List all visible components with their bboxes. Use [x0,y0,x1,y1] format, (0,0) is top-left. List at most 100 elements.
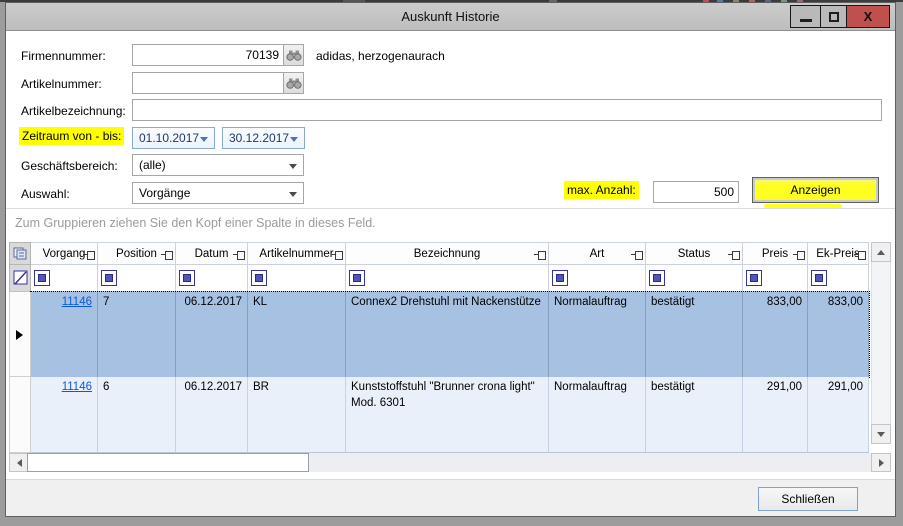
filter-cell-ek-preis[interactable] [808,265,869,292]
max-anzahl-label: max. Anzahl: [564,183,639,197]
filter-button[interactable] [811,270,827,286]
artikelbezeichnung-input[interactable] [132,99,882,121]
filter-button[interactable] [251,270,267,286]
filter-button[interactable] [179,270,195,286]
maximize-button[interactable] [820,5,847,28]
window-title: Auskunft Historie [6,9,895,24]
max-anzahl-input[interactable] [653,181,739,203]
auswahl-select[interactable]: Vorgänge [132,182,304,204]
filter-button[interactable] [649,270,665,286]
filter-row [9,265,869,292]
horizontal-scrollbar[interactable] [9,453,891,472]
cell-status: bestätigt [646,292,743,377]
cell-bezeichnung: Kunststoffstuhl "Brunner crona light" Mo… [346,377,549,452]
filter-button[interactable] [746,270,762,286]
filter-cell-status[interactable] [646,265,743,292]
window-controls: X [791,5,890,28]
filter-cell-vorgang[interactable] [31,265,98,292]
column-header-position[interactable]: Position [98,242,176,265]
firmennummer-lookup-button[interactable] [283,44,304,66]
zeitraum-von-picker[interactable]: 01.10.2017 [132,127,215,149]
filter-icon [255,274,263,282]
filter-cell-position[interactable] [98,265,176,292]
filter-cell-datum[interactable] [176,265,248,292]
pushpin-icon[interactable] [233,251,244,259]
divider [6,208,895,209]
row-selector-cell[interactable] [9,292,31,377]
cell-position: 6 [98,377,176,452]
zeitraum-bis-picker[interactable]: 30.12.2017 [222,127,305,149]
scroll-left-button[interactable] [9,453,29,472]
filter-cell-bezeichnung[interactable] [346,265,549,292]
filter-button[interactable] [349,270,365,286]
zeitraum-von-value: 01.10.2017 [139,131,199,145]
geschaeftsbereich-label: Geschäftsbereich: [21,159,118,173]
horizontal-scrollbar-thumb[interactable] [27,453,309,472]
titlebar[interactable]: Auskunft Historie X [6,3,895,31]
chevron-down-icon[interactable] [200,137,208,142]
chevron-down-icon[interactable] [289,192,297,197]
column-header-bezeichnung[interactable]: Bezeichnung [346,242,549,265]
filter-cell-art[interactable] [549,265,646,292]
schliessen-button[interactable]: Schließen [758,487,858,511]
table-row[interactable]: 11146 6 06.12.2017 BR Kunststoffstuhl "B… [9,377,869,453]
row-selector-arrow-icon [16,330,23,340]
column-header-vorgang[interactable]: Vorgang [31,242,98,265]
column-header-datum[interactable]: Datum [176,242,248,265]
vorgang-link[interactable]: 11146 [62,296,92,308]
close-button[interactable]: X [846,5,890,28]
column-header-label: Position [116,248,157,260]
chevron-down-icon[interactable] [290,137,298,142]
filter-button[interactable] [34,270,50,286]
footer-bar: Schließen [6,479,895,516]
pushpin-icon[interactable] [854,251,865,259]
pushpin-icon[interactable] [631,251,642,259]
artikelnummer-input[interactable] [132,72,284,94]
row-cells[interactable]: 11146 7 06.12.2017 KL Connex2 Drehstuhl … [31,292,869,377]
vorgang-link[interactable]: 11146 [62,381,92,393]
scroll-right-button[interactable] [871,453,891,472]
column-header-label: Bezeichnung [414,248,481,260]
pushpin-icon[interactable] [534,251,545,259]
scroll-down-button[interactable] [871,424,891,444]
column-header-preis[interactable]: Preis [743,242,808,265]
clear-filter-cell[interactable] [9,265,31,292]
pushpin-icon[interactable] [331,251,342,259]
filter-icon [653,274,661,282]
artikelnummer-lookup-button[interactable] [283,72,304,94]
cell-preis: 291,00 [743,377,808,452]
yellow-highlight: Zeitraum von - bis: [19,127,124,145]
chevron-down-icon[interactable] [289,164,297,169]
table-row[interactable]: 11146 7 06.12.2017 KL Connex2 Drehstuhl … [9,292,869,377]
firmennummer-input[interactable] [132,44,284,66]
row-selector-cell[interactable] [9,377,31,453]
cell-vorgang: 11146 [31,377,98,452]
column-header-label: Datum [195,248,229,260]
group-by-hint: Zum Gruppieren ziehen Sie den Kopf einer… [15,216,376,230]
filter-cell-preis[interactable] [743,265,808,292]
pushpin-icon[interactable] [161,251,172,259]
minimize-button[interactable] [790,5,821,28]
artikelnummer-label: Artikelnummer: [21,77,102,91]
pushpin-icon[interactable] [728,251,739,259]
column-header-ek-preis[interactable]: Ek-Preis [808,242,869,265]
cell-datum: 06.12.2017 [176,292,248,377]
column-header-label: Vorgang [43,248,86,260]
geschaeftsbereich-select[interactable]: (alle) [132,154,304,176]
filter-cell-artikelnummer[interactable] [248,265,346,292]
column-header-artikelnummer[interactable]: Artikelnummer [248,242,346,265]
filter-button[interactable] [101,270,117,286]
scroll-up-button[interactable] [871,242,891,262]
column-header-art[interactable]: Art [549,242,646,265]
auskunft-historie-window: Auskunft Historie X Firmennummer: adidas… [5,2,896,517]
column-header-status[interactable]: Status [646,242,743,265]
vertical-scrollbar[interactable] [871,242,891,444]
column-header-label: Preis [762,248,788,260]
filter-button[interactable] [552,270,568,286]
anzeigen-button[interactable]: Anzeigen [752,177,879,203]
cell-status: bestätigt [646,377,743,452]
pushpin-icon[interactable] [83,251,94,259]
pushpin-icon[interactable] [793,251,804,259]
grid-corner-cell[interactable] [9,242,31,265]
row-cells[interactable]: 11146 6 06.12.2017 BR Kunststoffstuhl "B… [31,377,869,453]
